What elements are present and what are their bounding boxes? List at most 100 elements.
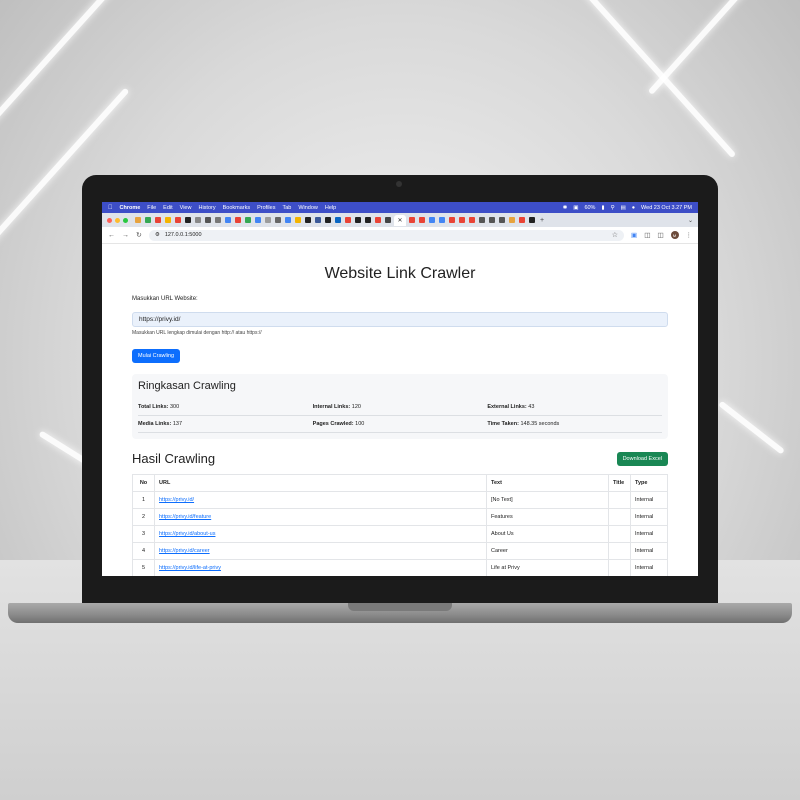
tab-search-icon[interactable]: ⌄ bbox=[688, 217, 693, 224]
menu-help[interactable]: Help bbox=[325, 205, 336, 211]
tab-favicon-icon[interactable] bbox=[155, 217, 161, 223]
stat-internal-links: Internal Links: 120 bbox=[312, 399, 488, 416]
download-excel-button[interactable]: Download Excel bbox=[616, 451, 668, 466]
tab-favicon-icon[interactable] bbox=[345, 217, 351, 223]
url-link[interactable]: https://privy.id/life-at-privy bbox=[159, 565, 221, 571]
forward-icon[interactable]: → bbox=[122, 232, 129, 239]
start-crawl-button[interactable]: Mulai Crawling bbox=[132, 349, 181, 363]
tab-favicon-icon[interactable] bbox=[419, 217, 425, 223]
site-info-icon[interactable]: ⚙ bbox=[155, 232, 160, 238]
apple-icon[interactable]:  bbox=[108, 205, 113, 211]
tab-favicon-icon[interactable] bbox=[145, 217, 151, 223]
url-link[interactable]: https://privy.id/about-us bbox=[159, 531, 215, 537]
menu-file[interactable]: File bbox=[147, 205, 156, 211]
tab-favicon-icon[interactable] bbox=[195, 217, 201, 223]
cast-icon[interactable]: ▣ bbox=[573, 205, 578, 211]
tab-favicon-icon[interactable] bbox=[225, 217, 231, 223]
tab-favicon-icon[interactable] bbox=[205, 217, 211, 223]
tab-favicon-icon[interactable] bbox=[305, 217, 311, 223]
menu-view[interactable]: View bbox=[180, 205, 192, 211]
tab-favicon-icon[interactable] bbox=[375, 217, 381, 223]
cell-type: Internal bbox=[630, 491, 668, 509]
tab-favicon-icon[interactable] bbox=[325, 217, 331, 223]
tab-favicon-icon[interactable] bbox=[295, 217, 301, 223]
profile-avatar[interactable]: M bbox=[670, 231, 679, 239]
menubar-clock[interactable]: Wed 23 Oct 3.27 PM bbox=[641, 205, 692, 211]
column-header-url[interactable]: URL bbox=[154, 474, 487, 492]
tab-favicon-icon[interactable] bbox=[135, 217, 141, 223]
address-bar[interactable]: ⚙ 127.0.0.1:5000 ☆ bbox=[148, 229, 625, 241]
cell-no: 3 bbox=[132, 525, 155, 543]
tab-favicon-icon[interactable] bbox=[519, 217, 525, 223]
tab-favicon-icon[interactable] bbox=[385, 217, 391, 223]
tab-favicon-icon[interactable] bbox=[235, 217, 241, 223]
url-link[interactable]: https://privy.id/career bbox=[159, 548, 210, 554]
control-center-icon[interactable]: ▤ bbox=[621, 205, 626, 211]
cell-no: 1 bbox=[132, 491, 155, 509]
back-icon[interactable]: ← bbox=[108, 232, 115, 239]
tab-favicon-icon[interactable] bbox=[459, 217, 465, 223]
menu-history[interactable]: History bbox=[198, 205, 215, 211]
maximize-window-button[interactable] bbox=[123, 217, 128, 223]
tab-favicon-icon[interactable] bbox=[439, 217, 445, 223]
close-window-button[interactable] bbox=[107, 217, 112, 223]
tab-favicon-icon[interactable] bbox=[335, 217, 341, 223]
tab-favicon-icon[interactable] bbox=[215, 217, 221, 223]
tab-favicon-icon[interactable] bbox=[499, 217, 505, 223]
tab-favicon-icon[interactable] bbox=[489, 217, 495, 223]
bluetooth-icon[interactable]: ✱ bbox=[563, 205, 568, 211]
tab-favicon-icon[interactable] bbox=[449, 217, 455, 223]
battery-icon[interactable]: ▮ bbox=[601, 205, 604, 211]
tab-favicon-icon[interactable] bbox=[275, 217, 281, 223]
new-tab-button[interactable]: + bbox=[540, 217, 544, 224]
column-header-title[interactable]: Title bbox=[608, 474, 631, 492]
menu-kebab-icon[interactable]: ⋮ bbox=[686, 231, 693, 239]
window-controls bbox=[107, 217, 128, 223]
tab-favicon-icon[interactable] bbox=[255, 217, 261, 223]
tab-favicon-icon[interactable] bbox=[429, 217, 435, 223]
cell-text: Features bbox=[486, 508, 609, 526]
url-link[interactable]: https://privy.id/ bbox=[159, 497, 194, 503]
tab-favicon-icon[interactable] bbox=[315, 217, 321, 223]
menu-profiles[interactable]: Profiles bbox=[257, 205, 275, 211]
tab-favicon-icon[interactable] bbox=[355, 217, 361, 223]
tab-favicon-icon[interactable] bbox=[469, 217, 475, 223]
menu-bookmarks[interactable]: Bookmarks bbox=[223, 205, 251, 211]
url-input[interactable] bbox=[132, 312, 668, 327]
menu-tab[interactable]: Tab bbox=[282, 205, 291, 211]
column-header-text[interactable]: Text bbox=[486, 474, 609, 492]
column-header-type[interactable]: Type bbox=[630, 474, 668, 492]
menu-window[interactable]: Window bbox=[298, 205, 318, 211]
tab-favicon-icon[interactable] bbox=[529, 217, 535, 223]
tab-favicon-icon[interactable] bbox=[365, 217, 371, 223]
page-title: Website Link Crawler bbox=[324, 265, 476, 282]
search-icon[interactable]: ⚲ bbox=[610, 205, 614, 211]
tab-favicon-icon[interactable] bbox=[479, 217, 485, 223]
minimize-window-button[interactable] bbox=[115, 217, 120, 223]
table-row: 3 https://privy.id/about-us About Us Intern… bbox=[132, 525, 668, 543]
translate-icon[interactable]: ▣ bbox=[631, 231, 637, 239]
table-row: 5 https://privy.id/life-at-privy Life at P… bbox=[132, 559, 668, 576]
tab-favicon-icon[interactable] bbox=[509, 217, 515, 223]
menu-edit[interactable]: Edit bbox=[163, 205, 172, 211]
siri-icon[interactable]: ● bbox=[632, 205, 635, 211]
cell-url: https://privy.id/ bbox=[154, 491, 487, 509]
menubar-app-name[interactable]: Chrome bbox=[120, 205, 141, 211]
browser-tab-strip: ✕ + ⌄ bbox=[102, 213, 698, 227]
tab-favicon-icon[interactable] bbox=[175, 217, 181, 223]
tab-favicon-icon[interactable] bbox=[165, 217, 171, 223]
tab-favicon-icon[interactable] bbox=[245, 217, 251, 223]
tab-favicon-icon[interactable] bbox=[409, 217, 415, 223]
browser-toolbar: ← → ↻ ⚙ 127.0.0.1:5000 ☆ ▣ ◫ ◫ M ⋮ bbox=[102, 227, 698, 244]
column-header-no[interactable]: No bbox=[132, 474, 155, 492]
sidepanel-icon[interactable]: ◫ bbox=[657, 231, 663, 239]
url-link[interactable]: https://privy.id/feature bbox=[159, 514, 211, 520]
bookmark-star-icon[interactable]: ☆ bbox=[612, 231, 618, 239]
tab-favicon-icon[interactable] bbox=[185, 217, 191, 223]
crawl-summary-card: Ringkasan Crawling Total Links: 300 Inte… bbox=[132, 374, 668, 439]
tab-favicon-icon[interactable] bbox=[285, 217, 291, 223]
active-tab[interactable]: ✕ bbox=[394, 214, 406, 226]
tab-favicon-icon[interactable] bbox=[265, 217, 271, 223]
reload-icon[interactable]: ↻ bbox=[136, 231, 142, 239]
extensions-icon[interactable]: ◫ bbox=[644, 231, 650, 239]
